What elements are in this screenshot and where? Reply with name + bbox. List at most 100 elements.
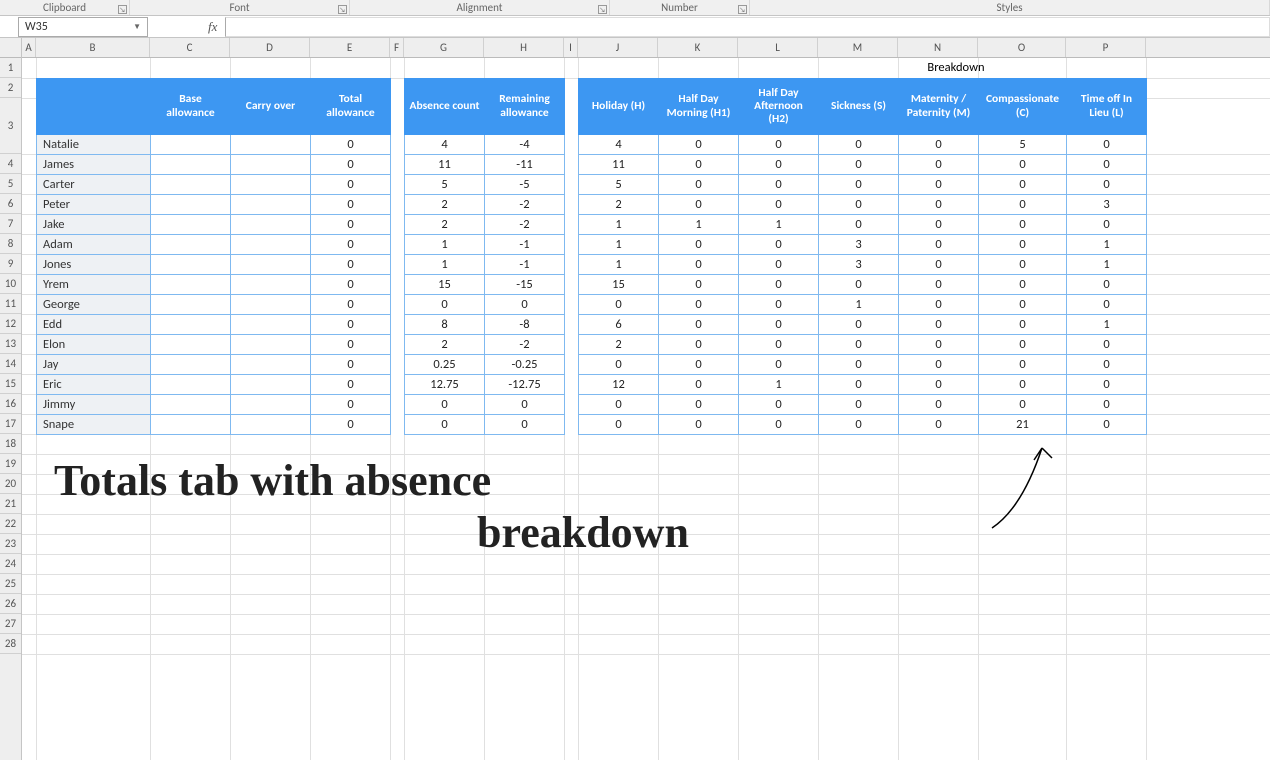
row-header[interactable]: 14 [0,354,21,374]
cell-half-day-afternoon[interactable]: 0 [739,275,819,295]
cell-base-allowance[interactable] [151,255,231,275]
column-header[interactable]: F [390,38,404,57]
cell-total-allowance[interactable]: 0 [311,275,391,295]
column-header[interactable]: J [578,38,658,57]
row-header[interactable]: 9 [0,254,21,274]
cell-base-allowance[interactable] [151,395,231,415]
table-row[interactable]: Adam01-11003001 [37,235,1147,255]
table-row[interactable]: Yrem015-1515000000 [37,275,1147,295]
cell-time-off[interactable]: 0 [1067,155,1147,175]
cell-half-day-afternoon[interactable]: 0 [739,395,819,415]
cell-compassionate[interactable]: 0 [979,155,1067,175]
cell-half-day-afternoon[interactable]: 0 [739,195,819,215]
cell-total-allowance[interactable]: 0 [311,215,391,235]
table-row[interactable]: George0000001000 [37,295,1147,315]
cell-compassionate[interactable]: 0 [979,375,1067,395]
cell-name[interactable]: Jake [37,215,151,235]
column-header[interactable]: P [1066,38,1146,57]
row-header[interactable]: 13 [0,334,21,354]
row-header[interactable]: 4 [0,154,21,174]
cell-holiday[interactable]: 2 [579,335,659,355]
cell-half-day-morning[interactable]: 0 [659,255,739,275]
cell-total-allowance[interactable]: 0 [311,235,391,255]
cell-base-allowance[interactable] [151,335,231,355]
cell-sickness[interactable]: 0 [819,135,899,155]
row-header[interactable]: 6 [0,194,21,214]
row-header[interactable]: 28 [0,634,21,654]
table-row[interactable]: Edd08-86000001 [37,315,1147,335]
cell-sickness[interactable]: 0 [819,355,899,375]
cell-name[interactable]: Adam [37,235,151,255]
row-header[interactable]: 27 [0,614,21,634]
row-header[interactable]: 24 [0,554,21,574]
select-all-corner[interactable] [0,38,21,58]
cell-name[interactable]: Natalie [37,135,151,155]
column-header[interactable]: O [978,38,1066,57]
cell-carry-over[interactable] [231,235,311,255]
cell-time-off[interactable]: 0 [1067,395,1147,415]
cell-remaining-allowance[interactable]: -11 [485,155,565,175]
column-header[interactable]: C [150,38,230,57]
column-header[interactable]: L [738,38,818,57]
column-header[interactable]: N [898,38,978,57]
row-header[interactable]: 15 [0,374,21,394]
cell-time-off[interactable]: 0 [1067,275,1147,295]
cell-remaining-allowance[interactable]: -8 [485,315,565,335]
cell-holiday[interactable]: 1 [579,235,659,255]
row-header[interactable]: 21 [0,494,21,514]
cell-base-allowance[interactable] [151,135,231,155]
cell-absence-count[interactable]: 2 [405,195,485,215]
cell-maternity[interactable]: 0 [899,135,979,155]
cell-absence-count[interactable]: 15 [405,275,485,295]
cell-holiday[interactable]: 0 [579,415,659,435]
cell-base-allowance[interactable] [151,175,231,195]
row-header[interactable]: 2 [0,78,21,98]
cell-compassionate[interactable]: 0 [979,235,1067,255]
cell-sickness[interactable]: 0 [819,155,899,175]
cell-half-day-morning[interactable]: 0 [659,155,739,175]
cell-half-day-morning[interactable]: 0 [659,415,739,435]
cell-total-allowance[interactable]: 0 [311,195,391,215]
cell-time-off[interactable]: 0 [1067,135,1147,155]
cell-half-day-morning[interactable]: 0 [659,295,739,315]
cell-base-allowance[interactable] [151,295,231,315]
cell-maternity[interactable]: 0 [899,415,979,435]
cell-total-allowance[interactable]: 0 [311,335,391,355]
cell-maternity[interactable]: 0 [899,215,979,235]
cell-remaining-allowance[interactable]: 0 [485,395,565,415]
column-header[interactable]: B [36,38,150,57]
cell-total-allowance[interactable]: 0 [311,375,391,395]
cell-half-day-afternoon[interactable]: 0 [739,255,819,275]
cell-time-off[interactable]: 0 [1067,175,1147,195]
cell-carry-over[interactable] [231,215,311,235]
cell-half-day-morning[interactable]: 0 [659,135,739,155]
cell-absence-count[interactable]: 1 [405,235,485,255]
cell-absence-count[interactable]: 11 [405,155,485,175]
cell-half-day-afternoon[interactable]: 0 [739,295,819,315]
table-row[interactable]: Peter02-22000003 [37,195,1147,215]
dialog-launcher-icon[interactable]: ↘ [338,5,347,14]
cell-carry-over[interactable] [231,355,311,375]
cell-base-allowance[interactable] [151,155,231,175]
cell-base-allowance[interactable] [151,315,231,335]
row-header[interactable]: 19 [0,454,21,474]
row-header[interactable]: 3 [0,98,21,154]
cell-compassionate[interactable]: 0 [979,195,1067,215]
table-row[interactable]: Eric012.75-12.7512010000 [37,375,1147,395]
row-header[interactable]: 8 [0,234,21,254]
cell-sickness[interactable]: 3 [819,255,899,275]
cell-half-day-afternoon[interactable]: 1 [739,375,819,395]
cell-remaining-allowance[interactable]: -4 [485,135,565,155]
column-header[interactable]: D [230,38,310,57]
cell-remaining-allowance[interactable]: -1 [485,235,565,255]
table-row[interactable]: Elon02-22000000 [37,335,1147,355]
cell-holiday[interactable]: 2 [579,195,659,215]
cell-absence-count[interactable]: 5 [405,175,485,195]
cell-compassionate[interactable]: 0 [979,215,1067,235]
cell-half-day-afternoon[interactable]: 0 [739,415,819,435]
cell-half-day-afternoon[interactable]: 0 [739,355,819,375]
cell-absence-count[interactable]: 0.25 [405,355,485,375]
cell-maternity[interactable]: 0 [899,295,979,315]
cell-name[interactable]: Elon [37,335,151,355]
row-header[interactable]: 17 [0,414,21,434]
